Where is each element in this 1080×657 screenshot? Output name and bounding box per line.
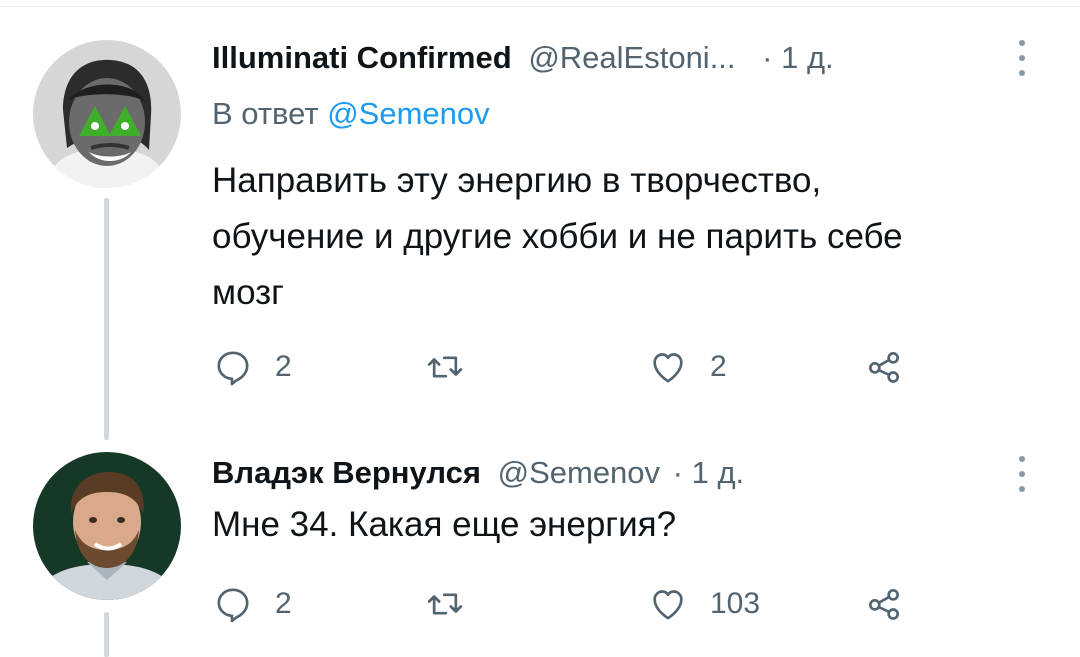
reply-icon xyxy=(217,588,249,623)
like-count: 103 xyxy=(710,587,761,620)
like-button[interactable]: 103 xyxy=(648,582,760,626)
reply-context: В ответ @Semenov xyxy=(212,96,490,132)
reply-icon xyxy=(217,351,249,386)
retweet-icon xyxy=(427,356,463,378)
reply-button[interactable]: 2 xyxy=(213,345,292,389)
retweet-button[interactable] xyxy=(425,345,465,389)
reply-count: 2 xyxy=(275,350,292,383)
author-handle[interactable]: @RealEstoni... xyxy=(528,40,735,75)
like-count: 2 xyxy=(710,350,727,383)
tweet-time[interactable]: · 1 д. xyxy=(762,40,834,75)
tweet-text-line: Мне 34. Какая еще энергия? xyxy=(212,505,677,544)
share-icon xyxy=(868,351,900,383)
tweet-text-line: обучение и другие хобби и не парить себе xyxy=(212,217,903,256)
author-handle[interactable]: @Semenov xyxy=(498,455,660,490)
tweet-time[interactable]: · 1 д. xyxy=(673,455,745,490)
share-button[interactable] xyxy=(864,345,904,389)
tweet-text-line: Направить эту энергию в творчество, xyxy=(212,161,822,200)
tweet-text: Направить эту энергию в творчество, обуч… xyxy=(212,153,903,321)
author-name[interactable]: Владэк Вернулся xyxy=(212,455,481,490)
tweet-text-line: мозг xyxy=(212,273,284,312)
retweet-icon xyxy=(427,593,463,615)
top-divider xyxy=(0,6,1080,7)
author-name[interactable]: Illuminati Confirmed xyxy=(212,40,512,75)
reply-button[interactable]: 2 xyxy=(213,582,292,626)
share-icon xyxy=(868,588,900,620)
more-icon[interactable] xyxy=(1014,452,1030,496)
like-icon xyxy=(653,353,683,383)
reply-mention-link[interactable]: @Semenov xyxy=(327,96,489,131)
more-icon[interactable] xyxy=(1014,36,1030,80)
avatar-illuminati[interactable] xyxy=(33,40,181,188)
tweet-text: Мне 34. Какая еще энергия? xyxy=(212,497,676,553)
thread-line xyxy=(104,612,109,657)
like-icon xyxy=(653,590,683,620)
share-button[interactable] xyxy=(864,582,904,626)
reply-count: 2 xyxy=(275,587,292,620)
retweet-button[interactable] xyxy=(425,582,465,626)
like-button[interactable]: 2 xyxy=(648,345,727,389)
reply-prefix: В ответ xyxy=(212,96,319,131)
thread-line xyxy=(104,198,109,440)
avatar-vladek[interactable] xyxy=(33,452,181,600)
